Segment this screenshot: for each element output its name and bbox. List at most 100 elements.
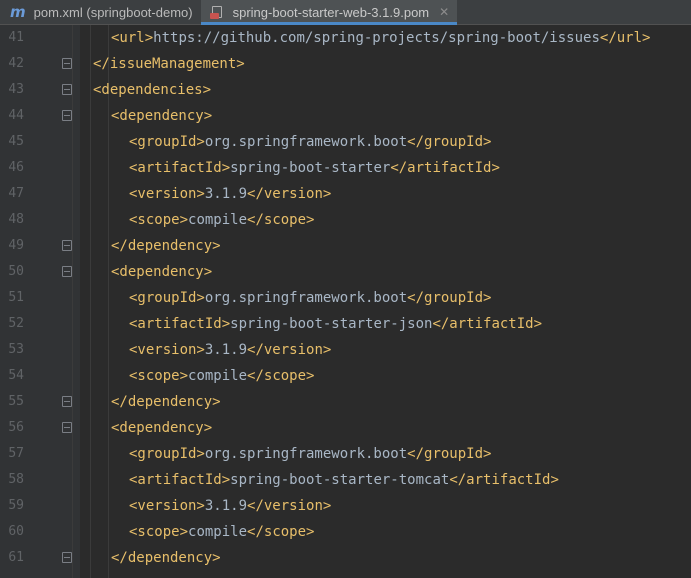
xml-tag: </artifactId> [449,472,559,488]
code-line[interactable]: 51 <groupId>org.springframework.boot</gro… [0,285,691,311]
xml-tag: </scope> [247,524,315,540]
xml-text: org.springframework.boot [204,290,408,306]
code-content: <groupId>org.springframework.boot</group… [129,285,491,311]
xml-text: spring-boot-starter [230,160,391,176]
xml-tag: </version> [247,342,332,358]
xml-tag: <dependencies> [93,82,212,98]
editor-tab-bar: m pom.xml (springboot-demo) spring-boot-… [0,0,691,25]
fold-collapse-icon[interactable] [62,58,72,69]
code-line[interactable]: 47 <version>3.1.9</version> [0,181,691,207]
line-number: 58 [8,472,24,487]
xml-tag: <dependency> [111,108,213,124]
fold-expand-icon[interactable] [62,266,72,277]
code-content: </dependency> [111,233,221,259]
xml-tag: </dependency> [111,238,221,254]
code-line[interactable]: 58 <artifactId>spring-boot-starter-tomcat… [0,467,691,493]
line-number: 48 [8,212,24,227]
code-line[interactable]: 52 <artifactId>spring-boot-starter-json</… [0,311,691,337]
xml-text: 3.1.9 [204,498,248,514]
code-content: <artifactId>spring-boot-starter-tomcat</… [129,467,559,493]
xml-text: spring-boot-starter-json [230,316,433,332]
code-line[interactable]: 49 </dependency> [0,233,691,259]
tab-label: pom.xml (springboot-demo) [33,4,193,20]
code-line[interactable]: 54 <scope>compile</scope> [0,363,691,389]
xml-text: org.springframework.boot [204,134,408,150]
code-line[interactable]: 59 <version>3.1.9</version> [0,493,691,519]
xml-text: compile [188,212,248,228]
code-content: <version>3.1.9</version> [129,493,331,519]
code-content: <dependency> [111,415,212,441]
line-number: 45 [8,134,24,149]
xml-text: org.springframework.boot [204,446,408,462]
line-number: 43 [8,82,24,97]
xml-text: 3.1.9 [204,342,248,358]
xml-tag: <version> [129,498,205,514]
xml-tag: <artifactId> [129,316,231,332]
xml-tag: </scope> [247,212,315,228]
xml-tag: </groupId> [407,134,492,150]
code-content: <artifactId>spring-boot-starter</artifac… [129,155,500,181]
code-line[interactable]: 46 <artifactId>spring-boot-starter</artif… [0,155,691,181]
xml-tag: </version> [247,186,332,202]
fold-expand-icon[interactable] [62,84,72,95]
line-number: 41 [8,30,24,45]
code-line[interactable]: 45 <groupId>org.springframework.boot</gro… [0,129,691,155]
code-content: <version>3.1.9</version> [129,181,331,207]
xml-tag: </dependency> [111,394,221,410]
code-content: <dependency> [111,103,212,129]
xml-tag: </dependency> [111,550,221,566]
code-line[interactable]: 44 <dependency> [0,103,691,129]
tab-spring-boot-starter-web-pom[interactable]: spring-boot-starter-web-3.1.9.pom ✕ [200,0,458,25]
code-line[interactable]: 56 <dependency> [0,415,691,441]
code-line[interactable]: 50 <dependency> [0,259,691,285]
xml-tag: </artifactId> [432,316,543,332]
code-line[interactable]: 60 <scope>compile</scope> [0,519,691,545]
line-number: 53 [8,342,24,357]
xml-tag: <version> [129,186,205,202]
xml-tag: <scope> [129,368,189,384]
tab-label: spring-boot-starter-web-3.1.9.pom [232,4,430,20]
line-number: 54 [8,368,24,383]
code-content: <version>3.1.9</version> [129,337,331,363]
code-line[interactable]: 41 <url>https://github.com/spring-project… [0,25,691,51]
fold-collapse-icon[interactable] [62,552,72,563]
line-number: 56 [8,420,24,435]
tab-pom-xml[interactable]: m pom.xml (springboot-demo) [0,0,201,24]
code-editor[interactable]: 41 <url>https://github.com/spring-project… [0,25,691,578]
code-content: <scope>compile</scope> [129,207,314,233]
xml-tag: </groupId> [407,446,492,462]
fold-expand-icon[interactable] [62,422,72,433]
xml-text: compile [188,524,248,540]
fold-collapse-icon[interactable] [62,396,72,407]
xml-tag: <dependency> [111,264,213,280]
xml-tag: <scope> [129,524,189,540]
xml-text: spring-boot-starter-tomcat [230,472,450,488]
fold-expand-icon[interactable] [62,110,72,121]
line-number: 57 [8,446,24,461]
line-number: 47 [8,186,24,201]
code-line[interactable]: 57 <groupId>org.springframework.boot</gro… [0,441,691,467]
line-number: 42 [8,56,24,71]
line-number: 59 [8,498,24,513]
xml-tag: <artifactId> [129,160,231,176]
code-line[interactable]: 61 </dependency> [0,545,691,571]
xml-tag: </scope> [247,368,315,384]
code-line[interactable]: 53 <version>3.1.9</version> [0,337,691,363]
line-number: 52 [8,316,24,331]
code-line[interactable]: 43 <dependencies> [0,77,691,103]
code-line[interactable]: 42 </issueManagement> [0,51,691,77]
xml-text: https://github.com/spring-projects/sprin… [153,30,600,46]
xml-text: compile [188,368,248,384]
close-icon[interactable]: ✕ [439,5,449,19]
code-content: </dependency> [111,545,221,571]
line-number: 51 [8,290,24,305]
fold-collapse-icon[interactable] [62,240,72,251]
xml-tag: <groupId> [129,446,205,462]
pom-file-icon [209,6,223,19]
xml-tag: <dependency> [111,420,213,436]
code-line[interactable]: 55 </dependency> [0,389,691,415]
code-content: <scope>compile</scope> [129,519,314,545]
code-line[interactable]: 48 <scope>compile</scope> [0,207,691,233]
xml-tag: </version> [247,498,332,514]
line-number: 49 [8,238,24,253]
